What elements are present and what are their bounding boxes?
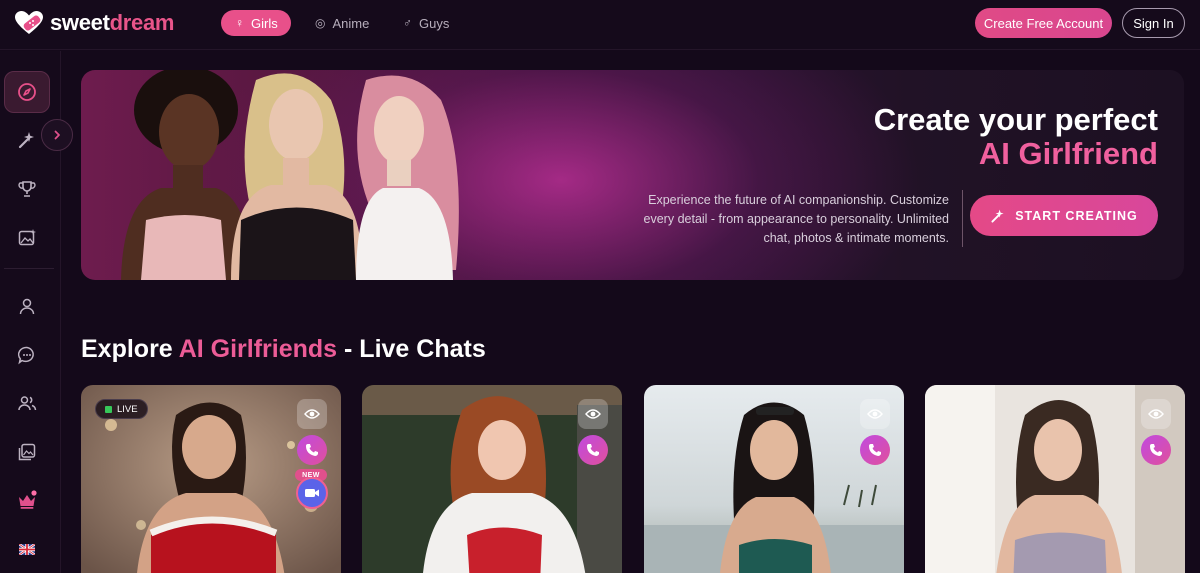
hero-title-line1: Create your perfect	[873, 102, 1158, 137]
eye-icon	[867, 409, 883, 419]
users-icon	[18, 396, 37, 411]
sidebar-divider	[4, 268, 54, 269]
uk-flag-icon	[19, 543, 35, 555]
sidebar-item-gallery[interactable]	[4, 431, 50, 473]
magic-wand-icon	[991, 209, 1004, 223]
logo-part2: dream	[109, 10, 175, 35]
chat-bubble-icon	[17, 346, 34, 365]
hero-models-image	[121, 70, 459, 280]
phone-icon	[306, 444, 318, 456]
logo-part1: sweet	[50, 10, 110, 35]
eye-icon	[1148, 409, 1164, 419]
sidebar-item-profile[interactable]	[4, 285, 50, 327]
sidebar-item-language[interactable]	[4, 528, 50, 570]
character-card[interactable]	[362, 385, 622, 573]
character-card[interactable]	[925, 385, 1185, 573]
tab-anime[interactable]: ◎ Anime	[301, 10, 379, 36]
compass-icon	[18, 83, 36, 101]
view-button[interactable]	[1141, 399, 1171, 429]
sidebar-expand-button[interactable]	[41, 119, 73, 151]
phone-icon	[587, 444, 599, 456]
sidebar-item-community[interactable]	[4, 382, 50, 424]
character-card[interactable]	[644, 385, 904, 573]
magic-wand-icon	[18, 132, 34, 149]
phone-icon	[1150, 444, 1162, 456]
sidebar-item-premium[interactable]	[4, 479, 50, 521]
create-account-button[interactable]: Create Free Account	[975, 8, 1112, 38]
live-indicator-icon	[105, 405, 112, 413]
view-button[interactable]	[297, 399, 327, 429]
start-creating-button[interactable]: START CREATING	[970, 195, 1158, 236]
logo[interactable]: sweetdream	[14, 10, 175, 36]
video-call-button[interactable]	[296, 477, 328, 509]
spiral-icon: ◎	[315, 16, 326, 30]
character-card[interactable]: LIVE NEW	[81, 385, 341, 573]
trophy-icon	[18, 181, 36, 197]
section-title-accent: AI Girlfriends	[178, 335, 338, 363]
chevron-right-icon	[54, 130, 60, 140]
hero-banner: Create your perfect AI Girlfriend Experi…	[81, 70, 1184, 280]
sidebar-item-leaderboard[interactable]	[4, 168, 50, 210]
tab-girls[interactable]: ♀ Girls	[221, 10, 291, 36]
hero-title-accent: AI Girlfriend	[978, 136, 1158, 171]
sidebar-item-explore[interactable]	[4, 71, 50, 113]
section-title: Explore AI Girlfriends - Live Chats	[81, 335, 486, 364]
image-sparkle-icon	[18, 229, 36, 246]
sidebar-item-chat[interactable]	[4, 334, 50, 376]
hero-title: Create your perfect AI Girlfriend	[874, 103, 1158, 171]
call-button[interactable]	[578, 435, 608, 465]
eye-icon	[304, 409, 320, 419]
call-button[interactable]	[1141, 435, 1171, 465]
section-title-suffix: - Live Chats	[337, 335, 486, 363]
view-button[interactable]	[860, 399, 890, 429]
call-button[interactable]	[297, 435, 327, 465]
top-bar: sweetdream ♀ Girls ◎ Anime ♂ Guys Create…	[0, 0, 1200, 50]
section-title-prefix: Explore	[81, 335, 179, 363]
sign-in-button[interactable]: Sign In	[1122, 8, 1185, 38]
hero-divider	[962, 190, 963, 247]
tab-girls-label: Girls	[251, 15, 278, 31]
heart-bandage-icon	[15, 11, 43, 34]
call-button[interactable]	[860, 435, 890, 465]
eye-icon	[585, 409, 601, 419]
logo-text: sweetdream	[50, 10, 175, 36]
gallery-icon	[18, 443, 36, 461]
female-symbol-icon: ♀	[235, 16, 244, 30]
video-camera-icon	[305, 489, 319, 497]
male-symbol-icon: ♂	[403, 16, 412, 30]
user-icon	[19, 298, 35, 315]
tab-guys-label: Guys	[419, 15, 450, 31]
sidebar-item-generate-image[interactable]	[4, 217, 50, 259]
start-creating-label: START CREATING	[1015, 208, 1138, 223]
tab-guys[interactable]: ♂ Guys	[389, 10, 461, 36]
view-button[interactable]	[578, 399, 608, 429]
phone-icon	[869, 444, 881, 456]
hero-description: Experience the future of AI companionshi…	[643, 193, 949, 245]
live-label: LIVE	[117, 403, 138, 415]
category-nav: ♀ Girls ◎ Anime ♂ Guys	[221, 10, 461, 36]
live-badge: LIVE	[95, 399, 148, 419]
tab-anime-label: Anime	[332, 15, 370, 31]
crown-icon	[19, 490, 37, 509]
